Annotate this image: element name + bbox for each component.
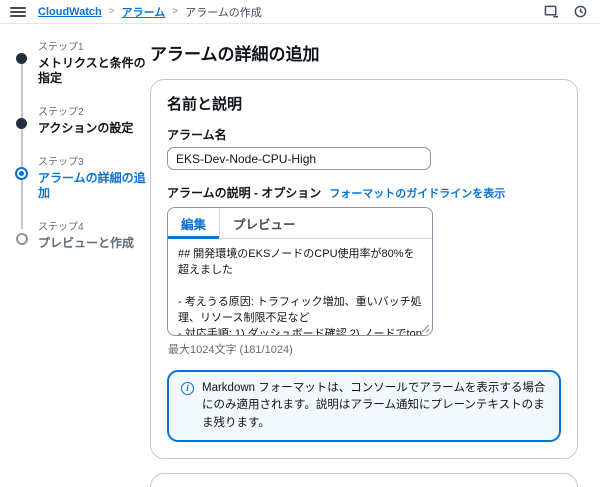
breadcrumb-separator: > — [109, 6, 115, 17]
alarm-name-input[interactable] — [167, 147, 431, 170]
settings-icon[interactable] — [573, 4, 588, 19]
step-number-label: ステップ4 — [38, 218, 150, 233]
description-editor-panel: 編集 プレビュー ## 開発環境のEKSノードのCPU使用率が80%を超えました… — [167, 207, 433, 336]
step-item-2: ステップ2 アクションの設定 — [12, 103, 150, 136]
step-number-label: ステップ3 — [38, 153, 150, 168]
tab-preview[interactable]: プレビュー — [219, 208, 309, 238]
breadcrumb-separator: > — [172, 6, 178, 17]
wizard-steps-nav: ステップ1 メトリクスと条件の指定 ステップ2 アクションの設定 ステップ3 ア… — [0, 38, 150, 487]
resize-handle-icon[interactable] — [421, 324, 430, 333]
step-1-link[interactable]: メトリクスと条件の指定 — [38, 56, 150, 86]
breadcrumb-bar: CloudWatch > アラーム > アラームの作成 — [0, 0, 600, 24]
step-number-label: ステップ1 — [38, 38, 150, 53]
step-number-label: ステップ2 — [38, 103, 150, 118]
info-icon: i — [181, 382, 194, 395]
step-4-label: プレビューと作成 — [38, 236, 150, 251]
page-title: アラームの詳細の追加 — [150, 40, 584, 65]
feedback-icon[interactable] — [544, 4, 559, 19]
alarm-description-label: アラームの説明 - オプション — [167, 184, 321, 201]
step-4-upcoming-dot — [16, 233, 28, 245]
step-3-link[interactable]: アラームの詳細の追加 — [38, 171, 150, 201]
tags-card: タグ - オプション 情報 リソースにタグが関連付けられていません。 新しいタグ… — [150, 473, 578, 487]
markdown-info-alert: i Markdown フォーマットは、コンソールでアラームを表示する場合にのみ適… — [167, 370, 561, 442]
breadcrumb-alarms[interactable]: アラーム — [122, 4, 166, 20]
step-2-link[interactable]: アクションの設定 — [38, 121, 150, 136]
markdown-info-text: Markdown フォーマットは、コンソールでアラームを表示する場合にのみ適用さ… — [202, 380, 547, 432]
breadcrumb-cloudwatch[interactable]: CloudWatch — [38, 6, 102, 18]
editor-tab-bar: 編集 プレビュー — [168, 208, 432, 239]
name-section-heading: 名前と説明 — [167, 93, 561, 114]
step-item-3: ステップ3 アラームの詳細の追加 — [12, 153, 150, 201]
format-guidelines-link[interactable]: フォーマットのガイドラインを表示 — [329, 185, 505, 201]
char-count: 最大1024文字 (181/1024) — [168, 341, 561, 357]
step-1-completed-dot — [16, 53, 27, 64]
step-3-active-dot — [15, 167, 28, 180]
alarm-name-label: アラーム名 — [167, 126, 561, 143]
step-2-completed-dot — [16, 118, 27, 129]
breadcrumb-current: アラームの作成 — [185, 4, 262, 20]
hamburger-menu-icon[interactable] — [10, 5, 26, 19]
alarm-description-textarea[interactable]: ## 開発環境のEKSノードのCPU使用率が80%を超えました - 考えうる原因… — [168, 239, 432, 335]
name-description-card: 名前と説明 アラーム名 アラームの説明 - オプション フォーマットのガイドライ… — [150, 79, 578, 459]
step-item-1: ステップ1 メトリクスと条件の指定 — [12, 38, 150, 86]
step-item-4: ステップ4 プレビューと作成 — [12, 218, 150, 251]
tab-edit[interactable]: 編集 — [168, 208, 219, 238]
breadcrumb: CloudWatch > アラーム > アラームの作成 — [38, 4, 262, 20]
